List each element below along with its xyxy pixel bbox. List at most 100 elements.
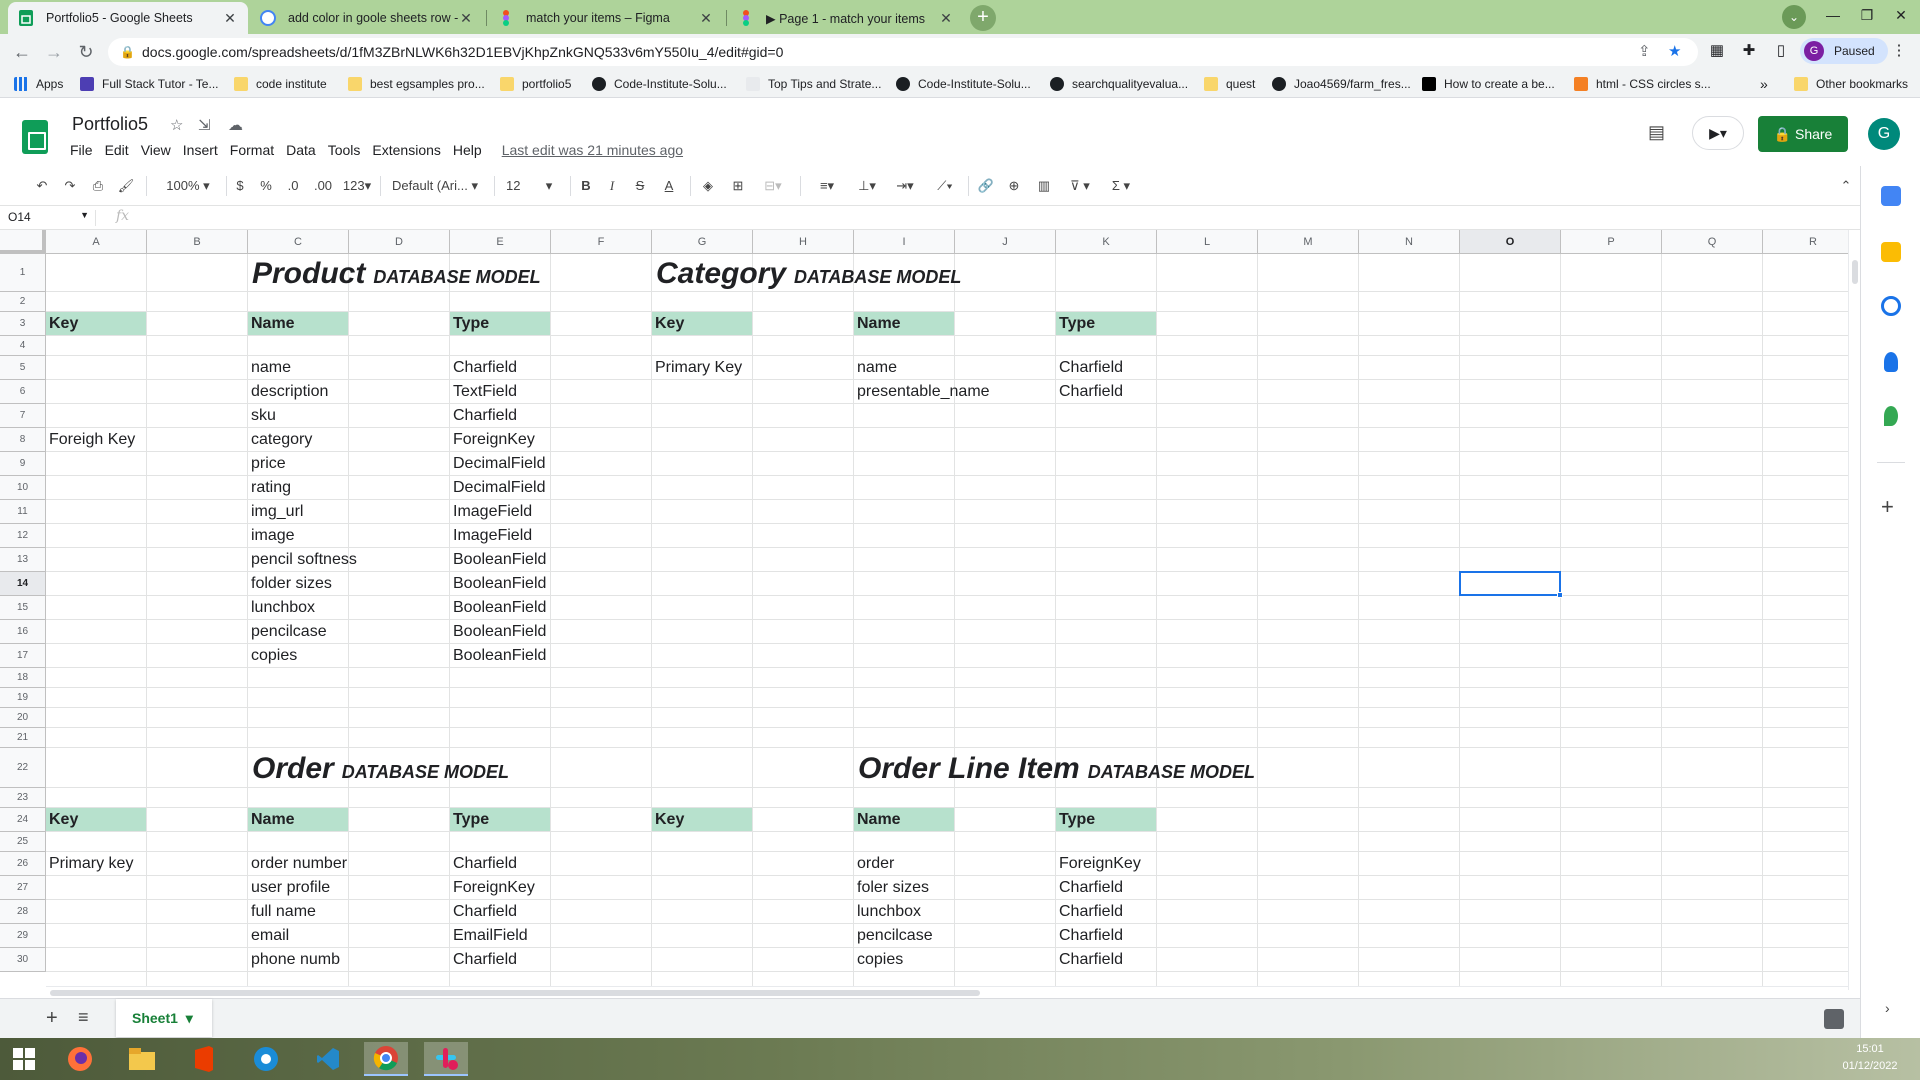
- keep-icon[interactable]: [1881, 242, 1901, 262]
- extension-icon[interactable]: ▦: [1708, 42, 1726, 60]
- menu-tools[interactable]: Tools: [328, 142, 361, 162]
- name-cell[interactable]: price: [248, 452, 286, 476]
- reload-icon[interactable]: ↻: [72, 38, 100, 66]
- tab-figma-page1[interactable]: ▶ Page 1 - match your items ✕: [728, 2, 964, 34]
- spreadsheet-grid[interactable]: A B C D E F G H I J K L M N O P Q R 1 2 3 4 5 6 7 8 9 10 11 12 13 14 15 1…: [0, 230, 1860, 990]
- type-cell[interactable]: Charfield: [450, 852, 517, 876]
- undo-icon[interactable]: ↶: [32, 176, 52, 196]
- text-rotation-icon[interactable]: ⟋▾: [930, 176, 960, 196]
- row-header-26[interactable]: 26: [0, 852, 46, 876]
- row-header-23[interactable]: 23: [0, 788, 46, 808]
- file-explorer-icon[interactable]: [120, 1042, 164, 1076]
- column-header-p[interactable]: P: [1561, 230, 1662, 254]
- row-header-25[interactable]: 25: [0, 832, 46, 852]
- row-header-28[interactable]: 28: [0, 900, 46, 924]
- row-header-24[interactable]: 24: [0, 808, 46, 832]
- increase-decimal-button[interactable]: .00: [310, 176, 336, 196]
- name-cell[interactable]: sku: [248, 404, 276, 428]
- close-tab-icon[interactable]: ✕: [222, 10, 238, 26]
- side-panel-icon[interactable]: ▯: [1772, 42, 1790, 60]
- type-cell[interactable]: Charfield: [1056, 948, 1123, 972]
- fill-handle[interactable]: [1557, 592, 1563, 598]
- name-cell[interactable]: full name: [248, 900, 316, 924]
- header-type-cell[interactable]: Type: [1056, 312, 1156, 335]
- star-icon[interactable]: ☆: [170, 116, 183, 134]
- row-header-15[interactable]: 15: [0, 596, 46, 620]
- header-type-cell[interactable]: Type: [450, 808, 550, 831]
- key-cell[interactable]: Primary key: [46, 852, 133, 876]
- horizontal-align-icon[interactable]: ≡▾: [812, 176, 842, 196]
- column-header-g[interactable]: G: [652, 230, 753, 254]
- maps-icon[interactable]: [1884, 406, 1898, 426]
- tab-google-search[interactable]: add color in goole sheets row - G ✕: [250, 2, 484, 34]
- header-type-cell[interactable]: Type: [1056, 808, 1156, 831]
- explore-icon[interactable]: [1824, 1009, 1844, 1029]
- collapse-toolbar-icon[interactable]: ⌃: [1836, 176, 1856, 196]
- close-tab-icon[interactable]: ✕: [698, 10, 714, 26]
- name-cell[interactable]: img_url: [248, 500, 303, 524]
- row-header-10[interactable]: 10: [0, 476, 46, 500]
- insert-chart-icon[interactable]: ▥: [1034, 176, 1054, 196]
- horizontal-scrollbar[interactable]: [46, 986, 1848, 998]
- row-header-4[interactable]: 4: [0, 336, 46, 356]
- name-cell[interactable]: category: [248, 428, 312, 452]
- type-cell[interactable]: Charfield: [1056, 876, 1123, 900]
- name-cell[interactable]: copies: [854, 948, 903, 972]
- calendar-icon[interactable]: [1881, 186, 1901, 206]
- profile-button[interactable]: G Paused: [1800, 38, 1888, 64]
- column-header-o[interactable]: O: [1460, 230, 1561, 254]
- comments-icon[interactable]: ▤: [1648, 122, 1665, 143]
- back-arrow-icon[interactable]: ←: [8, 38, 36, 66]
- type-cell[interactable]: ImageField: [450, 500, 532, 524]
- header-name-cell[interactable]: Name: [854, 312, 954, 335]
- name-cell[interactable]: name: [854, 356, 897, 380]
- name-cell[interactable]: lunchbox: [248, 596, 315, 620]
- column-header-n[interactable]: N: [1359, 230, 1460, 254]
- row-header-21[interactable]: 21: [0, 728, 46, 748]
- name-cell[interactable]: folder sizes: [248, 572, 332, 596]
- menu-extensions[interactable]: Extensions: [372, 142, 440, 162]
- filter-icon[interactable]: ⊽ ▾: [1062, 176, 1098, 196]
- header-key-cell[interactable]: Key: [652, 312, 752, 335]
- column-header-b[interactable]: B: [147, 230, 248, 254]
- name-cell[interactable]: presentable_name: [854, 380, 990, 404]
- other-bookmarks-folder[interactable]: Other bookmarks: [1794, 75, 1908, 93]
- column-header-m[interactable]: M: [1258, 230, 1359, 254]
- row-header-16[interactable]: 16: [0, 620, 46, 644]
- type-cell[interactable]: Charfield: [1056, 900, 1123, 924]
- type-cell[interactable]: BooleanField: [450, 596, 546, 620]
- bookmark-item[interactable]: Full Stack Tutor - Te...: [80, 75, 218, 93]
- type-cell[interactable]: DecimalField: [450, 452, 545, 476]
- row-header-7[interactable]: 7: [0, 404, 46, 428]
- move-folder-icon[interactable]: ⇲: [198, 116, 211, 134]
- name-cell[interactable]: lunchbox: [854, 900, 921, 924]
- header-name-cell[interactable]: Name: [854, 808, 954, 831]
- row-header-30[interactable]: 30: [0, 948, 46, 972]
- type-cell[interactable]: EmailField: [450, 924, 528, 948]
- name-cell[interactable]: user profile: [248, 876, 330, 900]
- column-header-k[interactable]: K: [1056, 230, 1157, 254]
- column-header-l[interactable]: L: [1157, 230, 1258, 254]
- account-avatar[interactable]: G: [1868, 118, 1900, 150]
- type-cell[interactable]: BooleanField: [450, 548, 546, 572]
- type-cell[interactable]: ForeignKey: [450, 876, 535, 900]
- header-key-cell[interactable]: Key: [46, 312, 146, 335]
- insert-link-icon[interactable]: 🔗: [976, 176, 996, 196]
- selected-cell[interactable]: [1459, 571, 1561, 596]
- extensions-puzzle-icon[interactable]: ✚: [1740, 42, 1758, 60]
- type-cell[interactable]: Charfield: [450, 356, 517, 380]
- name-cell[interactable]: foler sizes: [854, 876, 929, 900]
- bookmark-item[interactable]: portfolio5: [500, 75, 571, 93]
- column-header-r[interactable]: R: [1763, 230, 1860, 254]
- bookmark-item[interactable]: searchqualityevalua...: [1050, 75, 1188, 93]
- share-button[interactable]: 🔒 Share: [1758, 116, 1848, 152]
- type-cell[interactable]: TextField: [450, 380, 517, 404]
- percent-format-button[interactable]: %: [258, 176, 274, 196]
- slack-icon[interactable]: [424, 1042, 468, 1076]
- name-cell[interactable]: email: [248, 924, 289, 948]
- close-tab-icon[interactable]: ✕: [938, 10, 954, 26]
- bookmark-apps[interactable]: Apps: [14, 75, 63, 93]
- print-icon[interactable]: ⎙: [88, 176, 108, 196]
- header-key-cell[interactable]: Key: [652, 808, 752, 831]
- close-window-icon[interactable]: ✕: [1884, 0, 1918, 34]
